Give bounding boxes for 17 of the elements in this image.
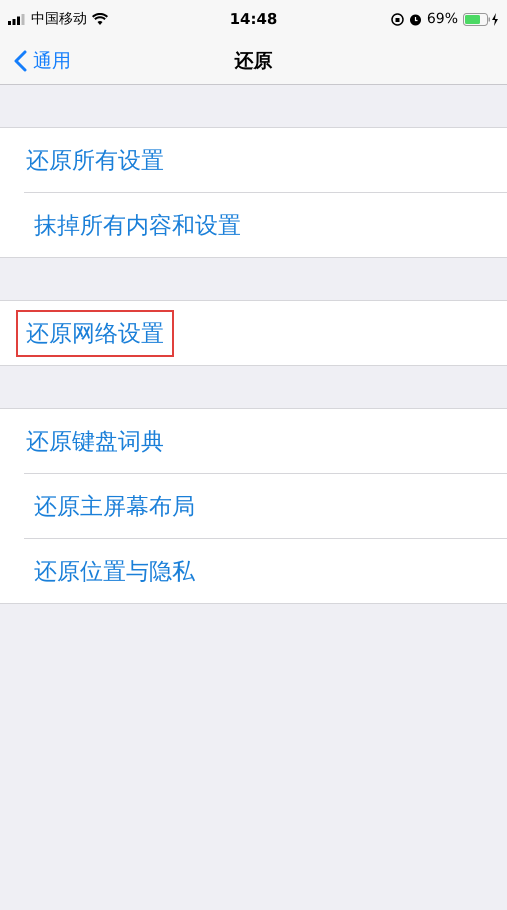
chevron-left-icon xyxy=(14,50,27,72)
reset-option[interactable]: 还原所有设置 xyxy=(16,136,174,184)
clock-time: 14:48 xyxy=(230,10,278,28)
wifi-icon xyxy=(92,13,108,25)
reset-option[interactable]: 还原主屏幕布局 xyxy=(24,482,205,530)
carrier-name: 中国移动 xyxy=(31,10,87,28)
orientation-lock-icon xyxy=(390,12,404,26)
battery-percent: 69% xyxy=(426,11,458,27)
reset-option[interactable]: 还原位置与隐私 xyxy=(24,548,205,594)
back-button[interactable]: 通用 xyxy=(0,47,77,75)
battery-charging-icon xyxy=(463,12,499,26)
reset-option[interactable]: 抹掉所有内容和设置 xyxy=(24,202,251,248)
alarm-icon xyxy=(408,12,422,26)
signal-icon xyxy=(8,14,26,24)
page-title: 还原 xyxy=(234,49,272,74)
reset-option[interactable]: 还原网络设置 xyxy=(16,310,174,356)
reset-option[interactable]: 还原键盘词典 xyxy=(16,418,174,464)
